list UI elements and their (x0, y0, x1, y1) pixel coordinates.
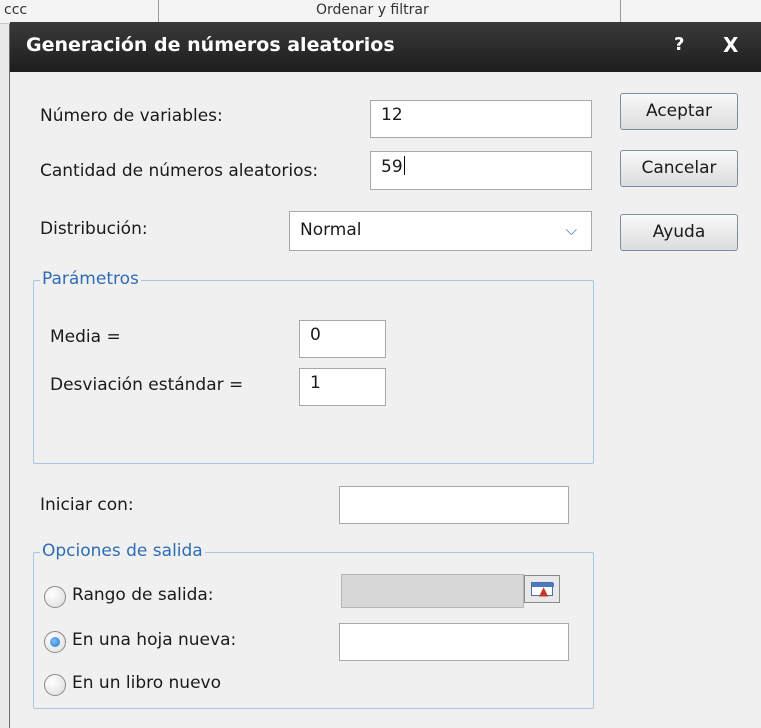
range-selector-arrow: ▲ (539, 584, 549, 598)
media-label: Media = (50, 327, 121, 347)
desviacion-input[interactable]: 1 (299, 368, 386, 406)
salida-legend: Opciones de salida (40, 541, 205, 561)
num-variables-label: Número de variables: (40, 106, 223, 126)
dialog-titlebar[interactable]: Generación de números aleatorios ? X (10, 22, 761, 72)
range-selector-icon[interactable]: ▲ (524, 575, 560, 603)
iniciar-input[interactable] (339, 486, 569, 524)
distribucion-value: Normal (300, 220, 362, 240)
random-number-dialog: Generación de números aleatorios ? X Núm… (10, 22, 761, 728)
aceptar-button[interactable]: Aceptar (620, 93, 738, 130)
distribucion-select[interactable]: Normal ⌵ (289, 211, 592, 251)
media-input[interactable]: 0 (299, 320, 386, 358)
text-caret (403, 156, 405, 175)
rango-salida-input[interactable] (341, 574, 524, 608)
background-divider (158, 0, 159, 23)
distribucion-label: Distribución: (40, 219, 148, 239)
help-icon[interactable]: ? (674, 34, 684, 55)
cantidad-label: Cantidad de números aleatorios: (40, 161, 319, 181)
num-variables-input[interactable]: 12 (370, 100, 592, 138)
num-variables-value: 12 (381, 105, 403, 125)
close-icon[interactable]: X (723, 33, 738, 57)
cantidad-value: 59 (381, 157, 403, 177)
radio-circle-selected[interactable] (44, 631, 66, 653)
parametros-legend: Parámetros (40, 269, 141, 289)
cancelar-button[interactable]: Cancelar (620, 150, 738, 187)
hoja-nueva-input[interactable] (339, 623, 569, 661)
hoja-nueva-label: En una hoja nueva: (72, 630, 237, 650)
desviacion-label: Desviación estándar = (50, 375, 244, 395)
background-divider (620, 0, 621, 23)
desviacion-value: 1 (310, 373, 321, 393)
iniciar-label: Iniciar con: (40, 495, 134, 515)
background-spreadsheet-strip: ccc Ordenar y filtrar (0, 0, 761, 24)
ayuda-button[interactable]: Ayuda (620, 214, 738, 251)
libro-nuevo-label: En un libro nuevo (72, 673, 221, 693)
cantidad-input[interactable]: 59 (370, 151, 592, 190)
background-text-2: Ordenar y filtrar (316, 2, 429, 18)
chevron-down-icon: ⌵ (565, 221, 577, 239)
dialog-title: Generación de números aleatorios (26, 34, 395, 56)
background-sheet-edge (0, 24, 10, 728)
media-value: 0 (310, 325, 321, 345)
rango-salida-label: Rango de salida: (72, 585, 214, 605)
background-text-1: ccc (4, 2, 28, 18)
radio-circle[interactable] (44, 674, 66, 696)
radio-circle[interactable] (44, 586, 66, 608)
